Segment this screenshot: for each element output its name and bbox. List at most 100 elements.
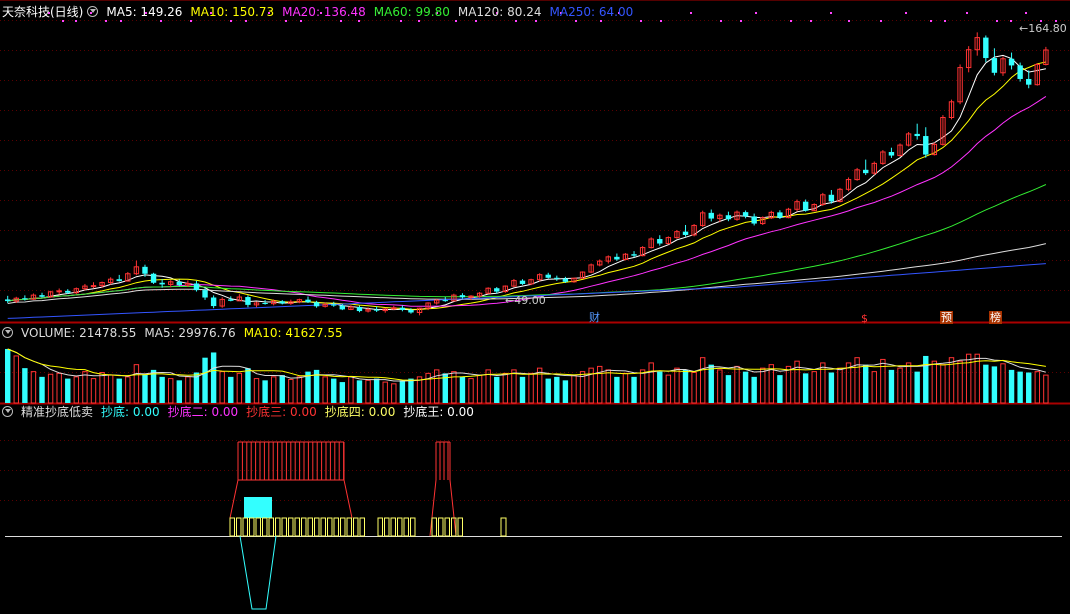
- legend-item: MA120: 80.24: [457, 5, 542, 19]
- volume-bar: [468, 378, 474, 404]
- volume-bar: [90, 378, 97, 404]
- volume-bar: [639, 369, 646, 404]
- event-tag-dividend[interactable]: $: [860, 312, 869, 325]
- signal-dot: [160, 20, 162, 22]
- volume-bar: [777, 375, 783, 403]
- candle-body: [682, 231, 689, 235]
- signal-dot: [1010, 20, 1012, 22]
- signal-dot: [848, 20, 850, 22]
- volume-bar: [296, 376, 303, 404]
- volume-bar: [331, 378, 337, 403]
- signal-yellow-bar: [320, 517, 326, 537]
- volume-bar: [391, 383, 397, 404]
- volume-bar: [159, 376, 165, 403]
- signal-dot: [720, 20, 722, 22]
- signal-yellow-bar: [242, 517, 248, 537]
- legend-toggle-icon[interactable]: [2, 406, 13, 417]
- volume-bar: [837, 367, 843, 404]
- candle-body: [245, 297, 251, 305]
- stock-title: 天奈科技(日线): [2, 5, 84, 19]
- volume-bar: [751, 376, 757, 403]
- volume-bar: [39, 376, 45, 403]
- candle-body: [399, 307, 406, 310]
- candle-body: [150, 273, 157, 283]
- ma-line: [7, 61, 1047, 311]
- indicator-title: 精准抄底低卖: [21, 405, 94, 419]
- high-price-label: ←164.80: [1019, 22, 1067, 35]
- legend-item: MA5: 29976.76: [144, 326, 236, 340]
- volume-bar: [622, 372, 629, 404]
- signal-yellow-bar: [346, 517, 352, 537]
- signal-yellow-bar: [255, 517, 261, 537]
- candle-body: [1008, 58, 1015, 66]
- candle-body: [228, 299, 234, 301]
- grid-layer: [0, 0, 1070, 537]
- signal-yellow-bar: [327, 517, 333, 537]
- candle-body: [459, 295, 466, 298]
- signal-dot: [930, 20, 932, 22]
- signal-yellow-bar: [314, 517, 320, 537]
- candle-body: [802, 201, 809, 211]
- candle-body: [90, 285, 97, 288]
- signal-yellow-bar: [431, 517, 437, 537]
- candle-body: [356, 307, 363, 312]
- signal-dot: [600, 20, 602, 22]
- signal-dot: [455, 20, 457, 22]
- candle-body: [742, 212, 749, 217]
- signal-yellow-bar: [397, 517, 403, 537]
- candle-body: [708, 212, 714, 219]
- candle-body: [888, 151, 895, 156]
- legend-item: 抄底王: 0.00: [403, 405, 474, 419]
- volume-bar: [288, 378, 294, 404]
- volume-bar: [73, 376, 80, 404]
- signal-yellow-bar: [500, 517, 507, 537]
- event-tag-forecast[interactable]: 预: [940, 311, 953, 324]
- volume-bar: [176, 380, 182, 403]
- candle-body: [562, 278, 569, 282]
- volume-bar: [56, 372, 62, 404]
- legend-toggle-icon[interactable]: [87, 6, 99, 17]
- candle-body: [159, 282, 165, 285]
- legend-item: MA10: 150.73: [190, 5, 275, 19]
- volume-bar: [1008, 369, 1015, 403]
- candle-body: [923, 136, 929, 155]
- event-tag-ranking[interactable]: 榜: [989, 311, 1002, 324]
- volume-bar: [253, 378, 260, 404]
- signal-dot: [230, 20, 232, 22]
- signal-yellow-bar: [294, 517, 300, 537]
- ma-line: [7, 263, 1046, 319]
- volume-bar: [236, 372, 243, 404]
- volume-bar: [571, 374, 577, 404]
- volume-bar: [1017, 371, 1023, 403]
- signal-dot: [190, 20, 192, 22]
- event-tag-finance[interactable]: 财: [588, 311, 601, 324]
- volume-bar: [82, 371, 88, 404]
- volume-bar: [528, 372, 534, 404]
- ma-line: [7, 95, 1047, 307]
- legend-item: 抄底三: 0.00: [246, 405, 317, 419]
- volume-bar: [185, 376, 191, 404]
- signal-dot: [418, 20, 420, 22]
- volume-bar: [399, 380, 406, 403]
- volume-bar: [228, 376, 234, 403]
- signal-dot: [358, 20, 360, 22]
- volume-bar: [322, 376, 328, 404]
- volume-bar: [725, 375, 732, 403]
- candle-body: [494, 288, 500, 292]
- volume-bar: [717, 369, 723, 404]
- volume-bar: [545, 378, 551, 403]
- volume-bar: [923, 355, 929, 403]
- volume-bar: [133, 364, 140, 404]
- signal-yellow-bar: [281, 517, 287, 537]
- volume-bar: [1034, 371, 1040, 404]
- candle-body: [408, 309, 414, 313]
- low-price-label: ←49.00: [505, 294, 546, 307]
- legend-item: 抄底二: 0.00: [167, 405, 239, 419]
- signal-yellow-bar: [249, 517, 255, 537]
- volume-bar: [279, 375, 285, 403]
- legend-toggle-icon[interactable]: [2, 327, 13, 338]
- signal-yellow-bar: [340, 517, 346, 537]
- volume-bar: [699, 357, 706, 404]
- signal-yellow-bar: [384, 517, 390, 537]
- signal-dot: [1025, 12, 1027, 14]
